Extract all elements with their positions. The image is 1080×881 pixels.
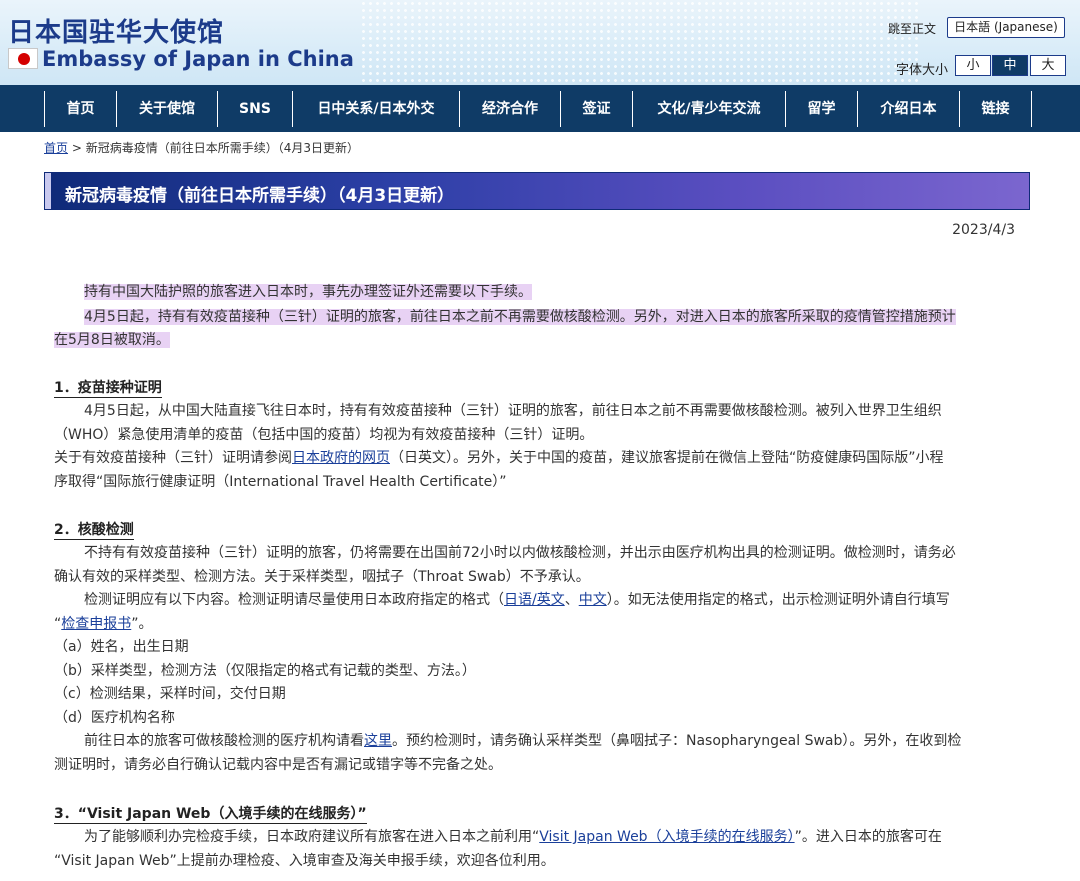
section-2-p2-sep: 、 — [564, 592, 579, 608]
section-2-heading: 2．核酸检测 — [54, 522, 134, 540]
skip-to-content-link[interactable]: 跳至正文 — [888, 20, 936, 37]
section-2-p2-post: ）。如无法使用指定的格式，出示检测证明外请自行填写 — [606, 592, 950, 608]
font-size-medium-button[interactable]: 中 — [992, 55, 1028, 76]
site-subtitle[interactable]: Embassy of Japan in China — [42, 47, 354, 71]
breadcrumb-current: 新冠病毒疫情（前往日本所需手续）（4月3日更新） — [85, 141, 360, 155]
section-1-p2-pre: 关于有效疫苗接种（三针）证明请参阅 — [54, 450, 292, 466]
intro-line-2a: 4月5日起，持有有效疫苗接种（三针）证明的旅客，前往日本之前不再需要做核酸检测。… — [84, 308, 956, 325]
site-header: 日本国驻华大使馆 Embassy of Japan in China 跳至正文 … — [0, 0, 1080, 85]
section-2-p3-post: ”。 — [131, 615, 153, 632]
section-1-p2: 关于有效疫苗接种（三针）证明请参阅日本政府的网页（日英文）。另外，关于中国的疫苗… — [54, 447, 1030, 471]
section-2-p3: “检查申报书”。 — [54, 613, 1030, 637]
page-title-bar: 新冠病毒疫情（前往日本所需手续）（4月3日更新） — [44, 172, 1030, 210]
japan-gov-webpage-link[interactable]: 日本政府的网页 — [292, 450, 390, 466]
format-japanese-english-link[interactable]: 日语/英文 — [504, 592, 565, 608]
intro-line-2b: 在5月8日被取消。 — [54, 332, 170, 348]
title-accent-stripe — [45, 173, 51, 209]
list-item: （b）采样类型，检测方法（仅限指定的格式有记载的类型、方法。） — [54, 662, 476, 679]
list-item: （a）姓名，出生日期 — [54, 639, 189, 655]
nav-item-sns[interactable]: SNS — [218, 91, 293, 127]
page-title: 新冠病毒疫情（前往日本所需手续）（4月3日更新） — [65, 186, 455, 206]
section-1-p2b: 序取得“国际旅行健康证明（International Travel Health… — [54, 473, 507, 490]
section-3-p1: 为了能够顺利办完检疫手续，日本政府建议所有旅客在进入日本之前利用“Visit J… — [54, 826, 1030, 850]
section-2-p4b: 测证明时，请务必自行确认记载内容中是否有漏记或错字等不完备之处。 — [54, 756, 502, 773]
inspection-declaration-link[interactable]: 检查申报书 — [61, 616, 131, 632]
visit-japan-web-link[interactable]: Visit Japan Web（入境手续的在线服务） — [539, 829, 794, 845]
breadcrumb-separator: > — [71, 141, 82, 155]
nav-item-links[interactable]: 链接 — [960, 91, 1032, 127]
section-2-p4-pre: 前往日本的旅客可做核酸检测的医疗机构请看 — [84, 733, 364, 749]
medical-institutions-link[interactable]: 这里 — [364, 733, 392, 749]
section-1-body: 4月5日起，从中国大陆直接飞往日本时，持有有效疫苗接种（三针）证明的旅客，前往日… — [54, 400, 1030, 494]
section-3-p1b: “Visit Japan Web”上提前办理检疫、入境审查及海关申报手续，欢迎各… — [54, 852, 555, 869]
list-item: （d）医疗机构名称 — [54, 709, 175, 726]
list-item: （c）检测结果，采样时间，交付日期 — [54, 686, 286, 702]
section-2-p2-pre: 检测证明应有以下内容。检测证明请尽量使用日本政府指定的格式（ — [84, 592, 504, 608]
section-2-p2: 检测证明应有以下内容。检测证明请尽量使用日本政府指定的格式（日语/英文、中文）。… — [54, 589, 1030, 613]
intro-paragraph: 持有中国大陆护照的旅客进入日本时，事先办理签证外还需要以下手续。 4月5日起，持… — [54, 281, 1030, 353]
intro-line-1: 持有中国大陆护照的旅客进入日本时，事先办理签证外还需要以下手续。 — [84, 284, 532, 300]
section-2-p1b: 确认有效的采样类型、检测方法。关于采样类型，咽拭子（Throat Swab）不予… — [54, 568, 590, 585]
nav-item-relations[interactable]: 日中关系/日本外交 — [293, 91, 460, 127]
font-size-label: 字体大小 — [896, 63, 949, 78]
breadcrumb-home-link[interactable]: 首页 — [44, 141, 68, 155]
section-3-p1-post: ”。进入日本的旅客可在 — [794, 829, 942, 845]
main-navigation: 首页 关于使馆 SNS 日中关系/日本外交 经济合作 签证 文化/青少年交流 留… — [0, 85, 1080, 132]
site-title[interactable]: 日本国驻华大使馆 — [8, 12, 224, 49]
section-1-p2-post: （日英文）。另外，关于中国的疫苗，建议旅客提前在微信上登陆“防疫健康码国际版”小… — [390, 450, 944, 466]
nav-item-economy[interactable]: 经济合作 — [460, 91, 561, 127]
japan-flag-icon — [8, 48, 38, 69]
section-3-body: 为了能够顺利办完检疫手续，日本政府建议所有旅客在进入日本之前利用“Visit J… — [54, 826, 1030, 873]
nav-item-japan-intro[interactable]: 介绍日本 — [858, 91, 960, 127]
section-1-heading: 1．疫苗接种证明 — [54, 380, 162, 398]
format-chinese-link[interactable]: 中文 — [579, 592, 607, 608]
section-1-p1b: （WHO）紧急使用清单的疫苗（包括中国的疫苗）均视为有效疫苗接种（三针）证明。 — [54, 426, 594, 443]
section-2-p4: 前往日本的旅客可做核酸检测的医疗机构请看这里。预约检测时，请务确认采样类型（鼻咽… — [54, 730, 1030, 754]
section-2-p4-post: 。预约检测时，请务确认采样类型（鼻咽拭子：Nasopharyngeal Swab… — [392, 733, 962, 749]
nav-item-study[interactable]: 留学 — [786, 91, 858, 127]
nav-item-about[interactable]: 关于使馆 — [117, 91, 218, 127]
publish-date: 2023/4/3 — [952, 222, 1015, 238]
breadcrumb: 首页 > 新冠病毒疫情（前往日本所需手续）（4月3日更新） — [44, 139, 359, 156]
section-2-body: 不持有有效疫苗接种（三针）证明的旅客，仍将需要在出国前72小时以内做核酸检测，并… — [54, 542, 1030, 777]
section-1-p1a: 4月5日起，从中国大陆直接飞往日本时，持有有效疫苗接种（三针）证明的旅客，前往日… — [84, 403, 942, 419]
section-3-heading: 3．“Visit Japan Web（入境手续的在线服务）” — [54, 806, 367, 824]
section-3-p1-pre: 为了能够顺利办完检疫手续，日本政府建议所有旅客在进入日本之前利用“ — [84, 829, 540, 845]
japanese-language-button[interactable]: 日本語 (Japanese) — [947, 17, 1065, 38]
nav-item-visa[interactable]: 签证 — [561, 91, 633, 127]
dot-world-map-decoration — [360, 0, 920, 85]
flag-red-circle — [18, 53, 30, 65]
nav-item-home[interactable]: 首页 — [45, 91, 117, 127]
section-2-p1a: 不持有有效疫苗接种（三针）证明的旅客，仍将需要在出国前72小时以内做核酸检测，并… — [84, 545, 956, 561]
nav-item-culture[interactable]: 文化/青少年交流 — [633, 91, 786, 127]
font-size-large-button[interactable]: 大 — [1030, 55, 1066, 76]
font-size-small-button[interactable]: 小 — [955, 55, 991, 76]
